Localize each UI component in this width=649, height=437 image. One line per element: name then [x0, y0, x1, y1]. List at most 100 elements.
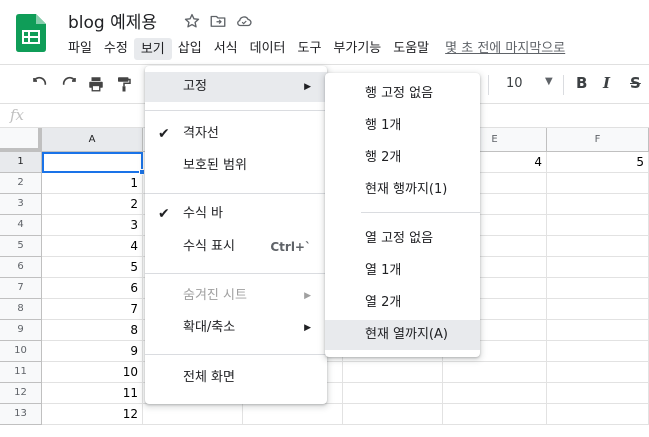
- view-show-formulas-item[interactable]: 수식 표시 Ctrl+`: [145, 232, 327, 262]
- menu-view[interactable]: 보기: [133, 38, 172, 60]
- move-folder-icon[interactable]: [209, 12, 227, 30]
- freeze-one-row-item[interactable]: 행 1개: [325, 111, 480, 141]
- menu-format[interactable]: 서식: [208, 38, 244, 60]
- menu-addons[interactable]: 부가기능: [327, 38, 387, 60]
- menu-divider: [145, 273, 327, 274]
- grid-cell[interactable]: 4: [42, 236, 143, 257]
- document-title[interactable]: blog 예제용: [68, 8, 157, 33]
- bold-button[interactable]: B: [576, 74, 587, 92]
- check-icon: ✔: [158, 126, 170, 142]
- row-header-8[interactable]: 8: [0, 299, 42, 320]
- view-gridlines-item[interactable]: ✔ 격자선: [145, 119, 327, 149]
- row-header-5[interactable]: 5: [0, 236, 42, 257]
- last-edit-link[interactable]: 몇 초 전에 마지막으로: [445, 38, 565, 60]
- grid-cell[interactable]: [343, 383, 443, 404]
- view-full-screen-item[interactable]: 전체 화면: [145, 363, 327, 393]
- redo-icon[interactable]: [60, 75, 78, 93]
- row-header-11[interactable]: 11: [0, 362, 42, 383]
- freeze-up-to-row-item[interactable]: 현재 행까지(1): [325, 175, 480, 205]
- submenu-arrow-icon: ▶: [304, 291, 311, 301]
- app-header: blog 예제용 파일 수정 보기 삽입 서식 데이터 도구 부가기능 도움말 …: [0, 0, 649, 64]
- view-formula-bar-item[interactable]: ✔ 수식 바: [145, 199, 327, 229]
- submenu-arrow-icon: ▶: [304, 82, 311, 92]
- row-header-13[interactable]: 13: [0, 404, 42, 425]
- select-all-corner[interactable]: [0, 128, 42, 152]
- grid-cell[interactable]: [547, 299, 649, 320]
- freeze-one-column-item[interactable]: 열 1개: [325, 256, 480, 286]
- view-freeze-item[interactable]: 고정 ▶: [145, 72, 327, 102]
- italic-button[interactable]: I: [603, 74, 610, 92]
- active-cell[interactable]: [42, 152, 143, 173]
- grid-cell[interactable]: 11: [42, 383, 143, 404]
- row-header-1[interactable]: 1: [0, 152, 42, 173]
- toolbar-divider: [563, 75, 564, 95]
- grid-cell[interactable]: [547, 383, 649, 404]
- view-zoom-item[interactable]: 확대/축소 ▶: [145, 313, 327, 343]
- row-header-6[interactable]: 6: [0, 257, 42, 278]
- row-header-10[interactable]: 10: [0, 341, 42, 362]
- grid-cell[interactable]: 2: [42, 194, 143, 215]
- column-header-a[interactable]: A: [42, 128, 143, 152]
- grid-cell[interactable]: [443, 362, 547, 383]
- shortcut-label: Ctrl+`: [270, 240, 311, 254]
- grid-cell[interactable]: 5: [547, 152, 649, 173]
- row-header-9[interactable]: 9: [0, 320, 42, 341]
- grid-cell[interactable]: [547, 341, 649, 362]
- grid-cell[interactable]: [547, 362, 649, 383]
- menu-insert[interactable]: 삽입: [172, 38, 208, 60]
- view-protected-ranges-item[interactable]: 보호된 범위: [145, 151, 327, 181]
- grid-cell[interactable]: [343, 404, 443, 425]
- grid-cell[interactable]: 10: [42, 362, 143, 383]
- paint-format-icon[interactable]: [115, 75, 133, 93]
- grid-cell[interactable]: 12: [42, 404, 143, 425]
- menu-data[interactable]: 데이터: [244, 38, 292, 60]
- grid-cell[interactable]: 6: [42, 278, 143, 299]
- grid-cell[interactable]: 5: [42, 257, 143, 278]
- grid-cell[interactable]: [547, 404, 649, 425]
- grid-cell[interactable]: [343, 362, 443, 383]
- grid-cell[interactable]: [547, 173, 649, 194]
- grid-cell[interactable]: [547, 236, 649, 257]
- submenu-arrow-icon: ▶: [304, 323, 311, 333]
- menu-divider: [145, 110, 327, 111]
- freeze-two-rows-item[interactable]: 행 2개: [325, 143, 480, 173]
- freeze-up-to-column-item[interactable]: 현재 열까지(A): [325, 320, 480, 350]
- row-header-7[interactable]: 7: [0, 278, 42, 299]
- row-header-2[interactable]: 2: [0, 173, 42, 194]
- star-icon[interactable]: [183, 12, 201, 30]
- grid-cell[interactable]: [443, 404, 547, 425]
- grid-cell[interactable]: [547, 215, 649, 236]
- grid-cell[interactable]: [547, 194, 649, 215]
- grid-cell[interactable]: 8: [42, 320, 143, 341]
- print-icon[interactable]: [87, 75, 105, 93]
- row-header-4[interactable]: 4: [0, 215, 42, 236]
- menu-file[interactable]: 파일: [62, 38, 98, 60]
- freeze-no-rows-item[interactable]: 행 고정 없음: [325, 79, 480, 109]
- grid-cell[interactable]: [243, 404, 343, 425]
- font-size-select[interactable]: 10: [506, 76, 523, 91]
- grid-cell[interactable]: 7: [42, 299, 143, 320]
- undo-icon[interactable]: [31, 75, 49, 93]
- view-hidden-sheets-item[interactable]: 숨겨진 시트 ▶: [145, 281, 327, 311]
- grid-cell[interactable]: [143, 404, 243, 425]
- menu-edit[interactable]: 수정: [98, 38, 134, 60]
- font-size-caret-icon[interactable]: ▼: [545, 76, 553, 87]
- grid-cell[interactable]: 3: [42, 215, 143, 236]
- freeze-no-columns-item[interactable]: 열 고정 없음: [325, 224, 480, 254]
- menu-help[interactable]: 도움말: [387, 38, 435, 60]
- grid-cell[interactable]: [547, 320, 649, 341]
- grid-cell[interactable]: 9: [42, 341, 143, 362]
- row-header-12[interactable]: 12: [0, 383, 42, 404]
- grid-cell[interactable]: [443, 383, 547, 404]
- freeze-submenu: 행 고정 없음 행 1개 행 2개 현재 행까지(1) 열 고정 없음 열 1개…: [325, 73, 480, 357]
- column-header-f[interactable]: F: [547, 128, 649, 152]
- strikethrough-button[interactable]: S: [630, 74, 641, 92]
- grid-cell[interactable]: [547, 278, 649, 299]
- sheets-logo-icon[interactable]: [16, 14, 46, 52]
- grid-cell[interactable]: 1: [42, 173, 143, 194]
- row-header-3[interactable]: 3: [0, 194, 42, 215]
- cloud-status-icon[interactable]: [235, 12, 253, 30]
- freeze-two-columns-item[interactable]: 열 2개: [325, 288, 480, 318]
- menu-tools[interactable]: 도구: [292, 38, 328, 60]
- grid-cell[interactable]: [547, 257, 649, 278]
